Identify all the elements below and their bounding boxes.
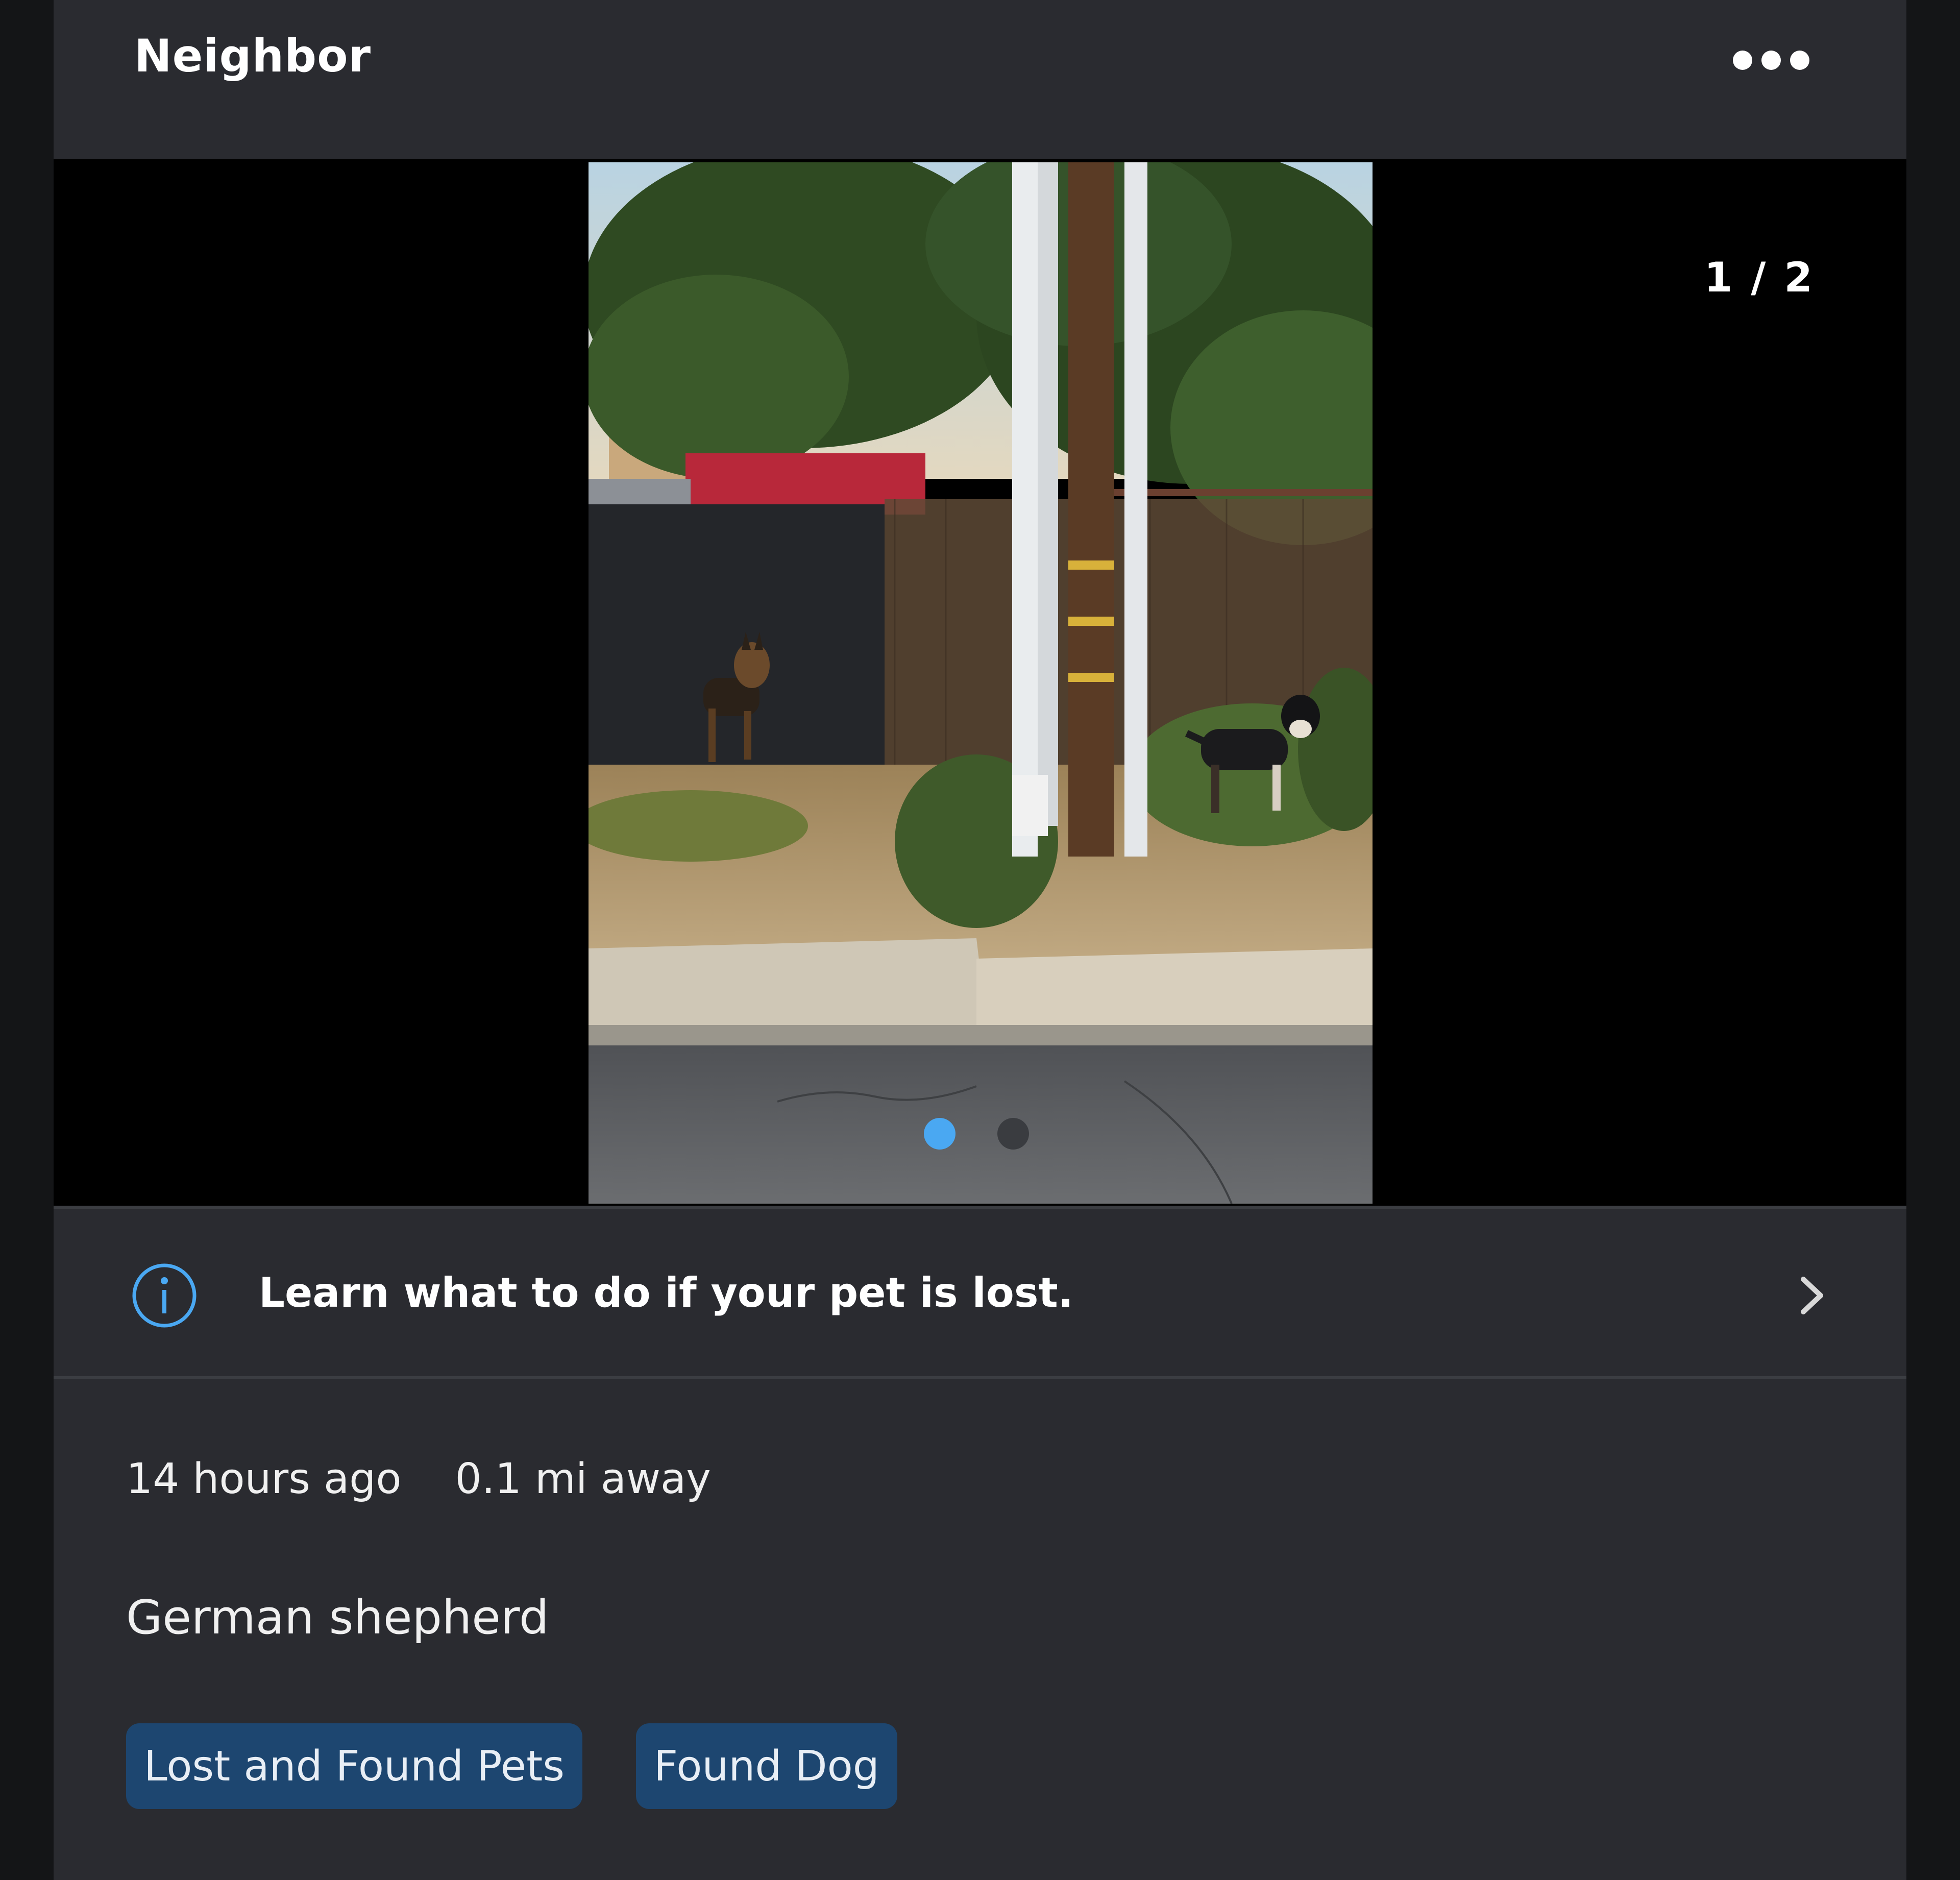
page-title: Neighbor	[134, 30, 371, 82]
more-dot	[1761, 51, 1781, 70]
chevron-right-icon	[1801, 1277, 1823, 1314]
lost-pet-info-banner[interactable]: Learn what to do if your pet is lost.	[54, 1206, 1906, 1379]
more-dot	[1733, 51, 1752, 70]
post-meta: 14 hours ago 0.1 mi away	[126, 1455, 711, 1503]
photo-illustration	[589, 162, 1373, 1204]
tag-lost-and-found-pets[interactable]: Lost and Found Pets	[126, 1723, 583, 1809]
post-card: Neighbor 1 / 2 Learn what to do if your …	[54, 0, 1906, 1880]
post-description: German shepherd	[126, 1590, 549, 1645]
page-dot-active[interactable]	[924, 1118, 955, 1150]
post-distance: 0.1 mi away	[455, 1455, 711, 1503]
header: Neighbor	[54, 0, 1906, 159]
more-icon[interactable]	[1733, 48, 1809, 72]
page-dot[interactable]	[997, 1118, 1029, 1150]
pagination-dots[interactable]	[924, 1118, 1029, 1150]
info-icon	[132, 1263, 197, 1328]
tag-list: Lost and Found Pets Found Dog	[126, 1723, 897, 1809]
photo-counter: 1 / 2	[1704, 254, 1815, 301]
post-time: 14 hours ago	[126, 1455, 402, 1503]
tag-found-dog[interactable]: Found Dog	[636, 1723, 897, 1809]
post-photo[interactable]	[589, 162, 1373, 1204]
info-banner-text: Learn what to do if your pet is lost.	[259, 1269, 1074, 1316]
media-viewer[interactable]: 1 / 2	[54, 159, 1906, 1206]
more-dot	[1790, 51, 1809, 70]
